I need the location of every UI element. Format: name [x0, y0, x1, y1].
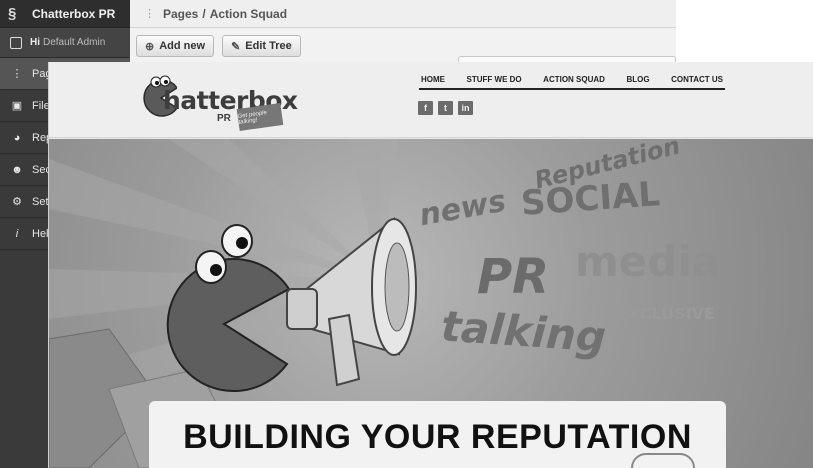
twitter-icon[interactable]: t — [438, 101, 453, 115]
logout-icon — [10, 36, 22, 49]
site-nav: HOME STUFF WE DO ACTION SQUAD BLOG CONTA… — [419, 70, 725, 90]
plus-circle-icon: ⊕ — [145, 40, 155, 53]
nav-blog[interactable]: BLOG — [626, 75, 649, 84]
greeting-text: Hi — [30, 37, 40, 48]
image-icon: ▣ — [11, 100, 23, 112]
social-links: f t in — [418, 101, 473, 115]
add-new-label: Add new — [159, 40, 206, 52]
cms-brand[interactable]: § Chatterbox PR — [0, 0, 130, 28]
nav-contact-us[interactable]: CONTACT US — [671, 75, 723, 84]
info-icon: i — [15, 227, 19, 240]
megaphone-icon — [286, 216, 417, 387]
breadcrumb: ⋮ Pages / Action Squad — [130, 0, 676, 28]
breadcrumb-section[interactable]: Pages — [163, 7, 198, 21]
breadcrumb-separator: / — [202, 6, 206, 21]
logo-tagline: Get people talking! — [236, 103, 284, 131]
hero-word-pr: PR — [477, 249, 550, 305]
hero-word-media: media — [575, 237, 721, 286]
hero-banner: Reputation news SOCIAL media PR EXCLUSIV… — [49, 139, 813, 468]
brand-logo-icon: § — [8, 4, 17, 22]
facebook-icon[interactable]: f — [418, 101, 433, 115]
linkedin-icon[interactable]: in — [458, 101, 473, 115]
pie-chart-icon: ◕ — [13, 131, 21, 144]
headline-panel: BUILDING YOUR REPUTATION — [149, 401, 726, 468]
site-header: hatterbox PR Get people talking! HOME ST… — [49, 62, 813, 138]
headline: BUILDING YOUR REPUTATION — [183, 418, 692, 456]
user-name: Default Admin — [43, 37, 106, 48]
logo-sub: PR — [217, 113, 231, 124]
wrench-icon: ⚙ — [12, 196, 22, 208]
nav-action-squad[interactable]: ACTION SQUAD — [543, 75, 605, 84]
site-logo[interactable]: hatterbox PR Get people talking! — [137, 68, 298, 131]
add-new-button[interactable]: ⊕ Add new — [136, 35, 215, 57]
pencil-icon: ✎ — [231, 40, 241, 53]
breadcrumb-page: Action Squad — [209, 6, 288, 21]
headline-button[interactable] — [631, 453, 695, 468]
nav-stuff-we-do[interactable]: STUFF WE DO — [467, 75, 522, 84]
hero-word-exclusive: EXCLUSIVE — [617, 304, 715, 323]
sitemap-icon: ⋮ — [11, 68, 23, 80]
page-preview[interactable]: hatterbox PR Get people talking! HOME ST… — [48, 62, 813, 468]
brand-name: Chatterbox PR — [32, 6, 116, 21]
user-greeting[interactable]: Hi Default Admin — [0, 28, 130, 58]
nav-home[interactable]: HOME — [421, 75, 445, 84]
users-icon: ☻ — [11, 163, 23, 176]
sitemap-icon: ⋮ — [144, 8, 155, 20]
edit-tree-button[interactable]: ✎ Edit Tree — [222, 35, 301, 57]
edit-tree-label: Edit Tree — [245, 40, 292, 52]
